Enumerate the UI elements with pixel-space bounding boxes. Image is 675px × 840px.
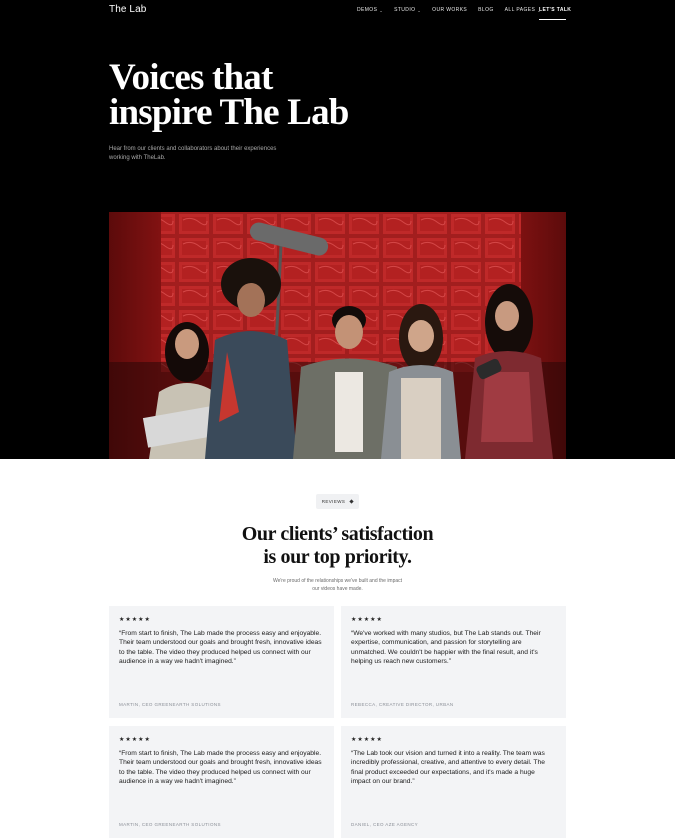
hero-subtitle: Hear from our clients and collaborators … — [109, 146, 277, 161]
cta-underline — [539, 19, 566, 20]
star-rating-icon: ★★★★★ — [119, 617, 151, 623]
nav-menu: DEMOS ⌄ STUDIO ⌄ OUR WORKS BLOG ALL PAGE… — [357, 7, 552, 13]
page-title: Voices that inspire The Lab — [109, 59, 409, 133]
nav-item-label: BLOG — [478, 7, 494, 13]
section-title-line-1: Our clients’ satisfaction — [241, 523, 434, 545]
nav-item-label: ALL PAGES — [504, 7, 536, 13]
nav-item-label: DEMOS — [357, 7, 378, 13]
nav-item-demos[interactable]: DEMOS ⌄ — [357, 7, 383, 13]
star-rating-icon: ★★★★★ — [351, 737, 383, 743]
lets-talk-button[interactable]: LET'S TALK — [539, 7, 571, 13]
review-card: ★★★★★ “We've worked with many studios, b… — [341, 606, 566, 718]
top-navigation: The Lab DEMOS ⌄ STUDIO ⌄ OUR WORKS BLOG … — [0, 0, 675, 24]
section-subtitle: We're proud of the relationships we've b… — [272, 578, 403, 592]
nav-item-label: STUDIO — [394, 7, 416, 13]
review-card: ★★★★★ “From start to finish, The Lab mad… — [109, 726, 334, 838]
review-quote: “From start to finish, The Lab made the … — [119, 630, 322, 666]
nav-item-all-pages[interactable]: ALL PAGES ⌄ — [505, 7, 541, 13]
nav-item-our-works[interactable]: OUR WORKS — [432, 7, 467, 13]
nav-item-label: OUR WORKS — [432, 7, 468, 13]
page-title-line-2: inspire The Lab — [109, 92, 349, 133]
section-title-line-2: is our top priority. — [263, 546, 412, 568]
review-author: MARTIN, CEO GREENEARTH SOLUTIONS — [119, 702, 221, 707]
nav-item-blog[interactable]: BLOG — [478, 7, 494, 13]
review-card: ★★★★★ “From start to finish, The Lab mad… — [109, 606, 334, 718]
review-card: ★★★★★ “The Lab took our vision and turne… — [341, 726, 566, 838]
review-quote: “We've worked with many studios, but The… — [351, 630, 541, 666]
chevron-down-icon: ⌄ — [379, 7, 384, 13]
team-photo — [109, 212, 566, 459]
section-title: Our clients’ satisfaction is our top pri… — [200, 523, 475, 569]
nav-item-studio[interactable]: STUDIO ⌄ — [394, 7, 421, 13]
chevron-down-icon: ⌄ — [417, 7, 422, 13]
star-rating-icon: ★★★★★ — [119, 737, 151, 743]
hero-section: The Lab DEMOS ⌄ STUDIO ⌄ OUR WORKS BLOG … — [0, 0, 675, 459]
review-quote: “The Lab took our vision and turned it i… — [351, 750, 545, 786]
review-quote: “From start to finish, The Lab made the … — [119, 750, 322, 786]
reviews-pill-label: REVIEWS — [321, 499, 346, 504]
diamond-icon — [349, 499, 354, 504]
review-author: DANIEL, CEO AZE AGENCY — [351, 822, 419, 827]
site-logo[interactable]: The Lab — [109, 4, 146, 15]
review-author: REBECCA, CREATIVE DIRECTOR, URBAN — [351, 702, 454, 707]
star-rating-icon: ★★★★★ — [351, 617, 383, 623]
review-author: MARTIN, CEO GREENEARTH SOLUTIONS — [119, 822, 221, 827]
reviews-pill: REVIEWS — [316, 494, 359, 509]
